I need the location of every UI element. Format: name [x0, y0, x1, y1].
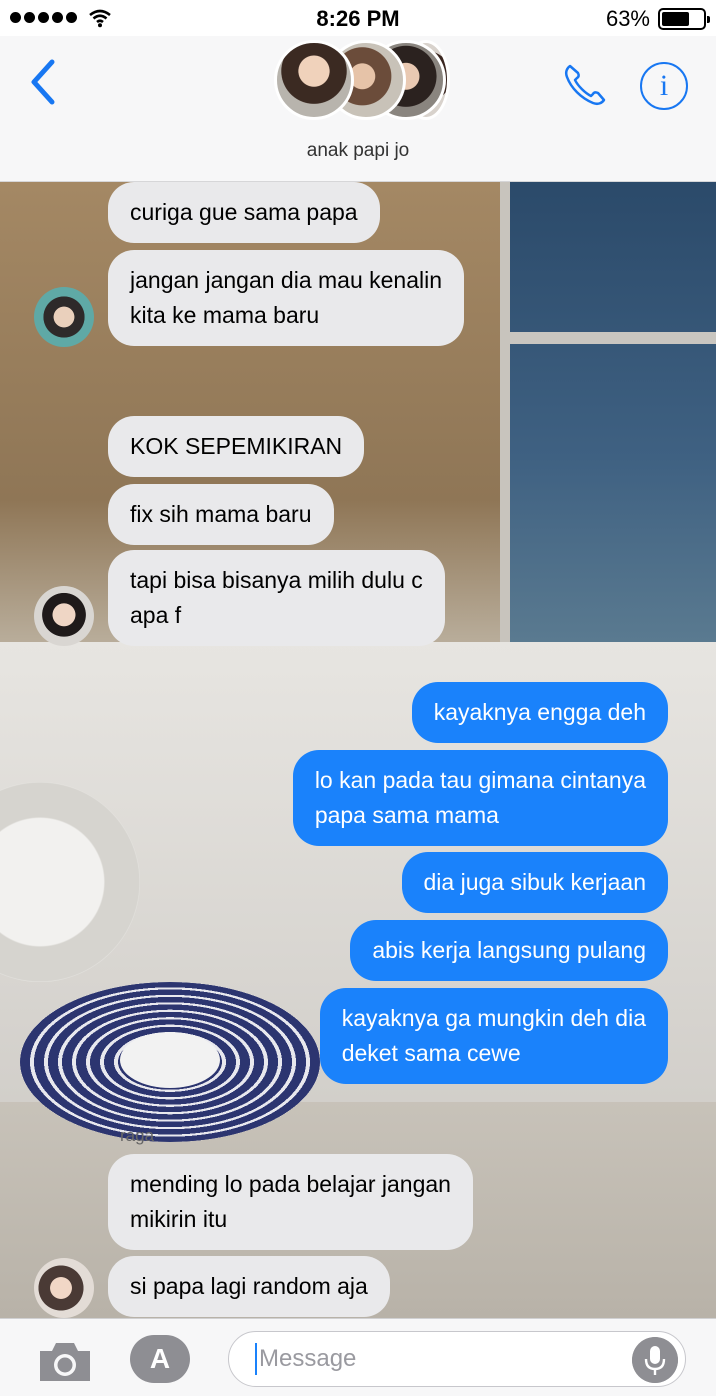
incoming-message[interactable]: jangan jangan dia mau kenalin kita ke ma… — [108, 250, 465, 346]
app-store-glyph: A — [149, 1343, 171, 1374]
outgoing-message[interactable]: abis kerja langsung pulang — [350, 920, 668, 981]
incoming-message[interactable]: tapi bisa bisanya milih dulu c apa f — [108, 550, 445, 646]
battery-percent: 63% — [605, 6, 650, 31]
camera-icon[interactable] — [36, 1339, 94, 1383]
message-text: mikirin itu — [130, 1206, 228, 1232]
microphone-icon[interactable] — [632, 1337, 678, 1383]
outgoing-message[interactable]: lo kan pada tau gimana cintanya papa sam… — [292, 750, 668, 846]
avatar — [274, 40, 354, 120]
message-text: kita ke mama baru — [130, 302, 320, 328]
chevron-left-icon[interactable] — [24, 54, 64, 110]
sender-avatar[interactable] — [34, 1258, 94, 1318]
message-text: kayaknya ga mungkin deh dia — [341, 1005, 646, 1031]
background-photo — [500, 182, 716, 642]
message-text: dia juga sibuk kerjaan — [423, 869, 646, 895]
message-text: kayaknya engga deh — [433, 699, 646, 725]
outgoing-message[interactable]: dia juga sibuk kerjaan — [401, 852, 668, 913]
message-text: curiga gue sama papa — [130, 199, 358, 225]
info-icon[interactable]: i — [640, 62, 688, 110]
message-text: deket sama cewe — [341, 1040, 521, 1066]
group-name[interactable]: anak papi jo — [0, 140, 716, 162]
conversation-header: anak papi jo i — [0, 36, 716, 182]
incoming-message[interactable]: mending lo pada belajar jangan mikirin i… — [108, 1154, 473, 1250]
message-text: fix sih mama baru — [130, 501, 312, 527]
chat-area[interactable]: curiga gue sama papa jangan jangan dia m… — [0, 182, 716, 1318]
app-store-icon[interactable]: A — [130, 1335, 190, 1383]
outgoing-message[interactable]: kayaknya engga deh — [411, 682, 668, 743]
message-text: papa sama mama — [314, 802, 499, 828]
group-avatars[interactable] — [274, 40, 450, 120]
message-text: abis kerja langsung pulang — [372, 937, 646, 963]
incoming-message[interactable]: curiga gue sama papa — [108, 182, 380, 243]
message-text: tapi bisa bisanya milih dulu c — [130, 567, 423, 593]
message-text: jangan jangan dia mau kenalin — [130, 267, 443, 293]
message-text: si papa lagi random aja — [130, 1273, 368, 1299]
message-text: KOK SEPEMIKIRAN — [130, 433, 343, 459]
message-input[interactable] — [228, 1331, 686, 1387]
battery-icon — [658, 8, 710, 30]
status-bar: 8:26 PM 63% — [0, 0, 716, 36]
sender-name: raga — [120, 1126, 155, 1145]
sender-avatar[interactable] — [34, 287, 94, 347]
text-cursor — [255, 1343, 257, 1375]
message-text: mending lo pada belajar jangan — [130, 1171, 451, 1197]
compose-bar: A — [0, 1318, 716, 1396]
outgoing-message[interactable]: kayaknya ga mungkin deh dia deket sama c… — [319, 988, 668, 1084]
message-text: apa f — [130, 602, 182, 628]
incoming-message[interactable]: si papa lagi random aja — [108, 1256, 390, 1317]
message-text: lo kan pada tau gimana cintanya — [314, 767, 646, 793]
phone-icon[interactable] — [560, 60, 610, 110]
sender-avatar[interactable] — [34, 586, 94, 646]
incoming-message[interactable]: KOK SEPEMIKIRAN — [108, 416, 365, 477]
incoming-message[interactable]: fix sih mama baru — [108, 484, 334, 545]
